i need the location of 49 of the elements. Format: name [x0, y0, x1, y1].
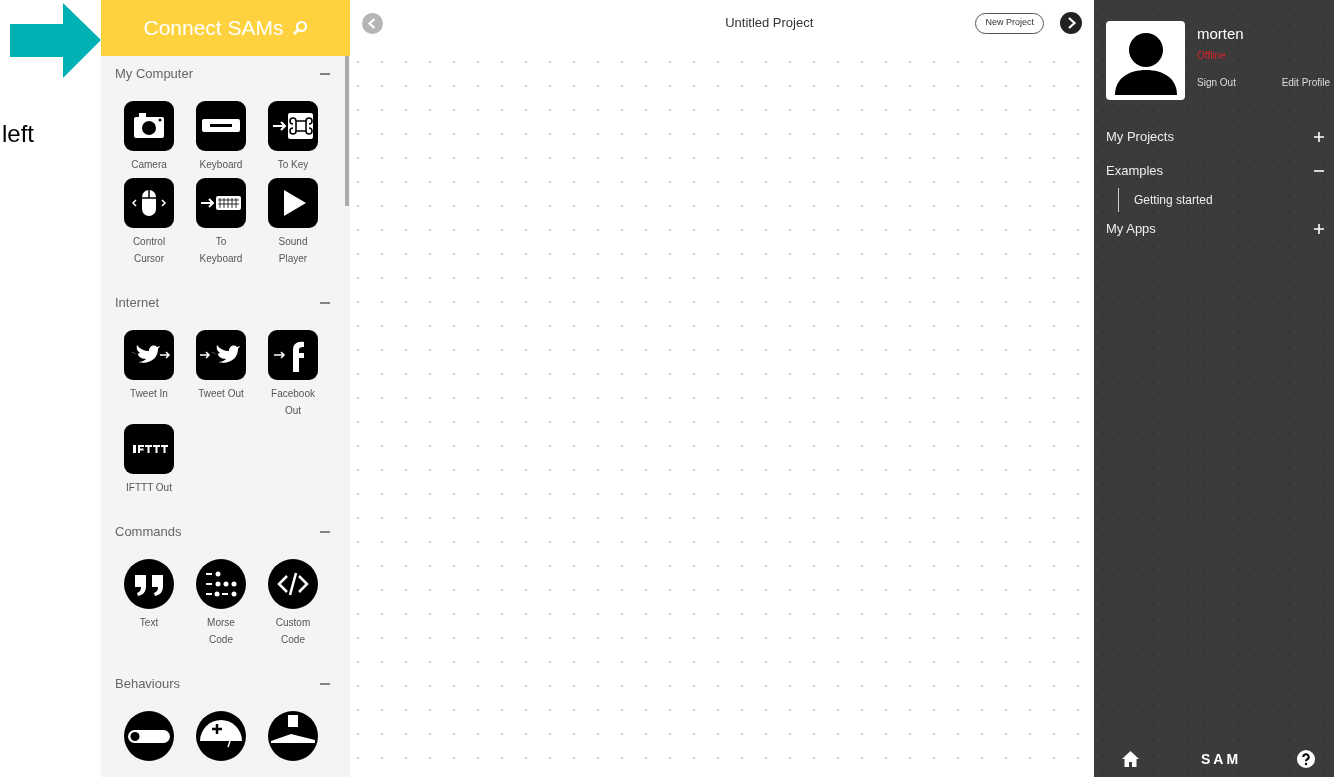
nav-item[interactable]: My Projects — [1106, 127, 1174, 147]
edit-profile-link[interactable]: Edit Profile — [1281, 74, 1330, 90]
mouse-icon — [124, 178, 174, 228]
nav-item[interactable]: Examples — [1106, 161, 1164, 181]
home-icon[interactable] — [1122, 751, 1139, 767]
item-label[interactable]: Tweet Out — [194, 385, 248, 402]
item-label[interactable]: Custom Code — [266, 614, 320, 648]
project-title: Untitled Project — [725, 14, 814, 33]
expand-icon[interactable] — [1314, 224, 1324, 234]
sign-out-link[interactable]: Sign Out — [1197, 74, 1236, 90]
arrow-keyboard-icon — [196, 178, 246, 228]
item-label[interactable]: Control Cursor — [122, 233, 176, 267]
section-title[interactable]: Commands — [115, 522, 182, 542]
play-icon — [268, 178, 318, 228]
arrow-f-icon — [268, 330, 318, 380]
arrow-icon — [10, 3, 101, 78]
username: morten — [1197, 24, 1245, 44]
item-label[interactable]: Facebook Out — [266, 385, 320, 419]
morse-icon — [196, 559, 246, 609]
scrollbar[interactable] — [345, 56, 349, 206]
nav-subitem[interactable]: Getting started — [1134, 191, 1213, 209]
help-icon[interactable] — [1297, 750, 1315, 768]
space-key-icon — [196, 101, 246, 151]
item-label[interactable]: Text — [122, 614, 176, 631]
item-label[interactable]: Sound Player — [266, 233, 320, 267]
item-label[interactable]: Tweet In — [122, 385, 176, 402]
quote-icon — [124, 559, 174, 609]
item-label[interactable]: IFTTT Out — [122, 479, 176, 496]
annotation-text: left — [2, 119, 34, 149]
item-label[interactable]: To Key — [266, 156, 320, 173]
code-icon — [268, 559, 318, 609]
section-title[interactable]: Internet — [115, 293, 160, 313]
item-label[interactable]: To Keyboard — [194, 233, 248, 267]
camera-icon — [124, 101, 174, 151]
arrow-command-key-icon — [268, 101, 318, 151]
section-title[interactable]: Behaviours — [115, 674, 181, 694]
brand-text: SAM — [1200, 749, 1242, 769]
nav-item[interactable]: My Apps — [1106, 219, 1156, 239]
item-label[interactable]: Keyboard — [194, 156, 248, 173]
section-title[interactable]: My Computer — [115, 64, 194, 84]
item-label[interactable]: Morse Code — [194, 614, 248, 648]
status-text: Offline — [1197, 48, 1227, 63]
arrow-bird-icon — [196, 330, 246, 380]
item-label[interactable]: Camera — [122, 156, 176, 173]
plus-minus-dial-icon — [196, 711, 246, 761]
ifttt-logo-icon — [124, 424, 174, 474]
expand-icon[interactable] — [1314, 132, 1324, 142]
toggle-icon — [124, 711, 174, 761]
search-icon — [291, 20, 308, 36]
